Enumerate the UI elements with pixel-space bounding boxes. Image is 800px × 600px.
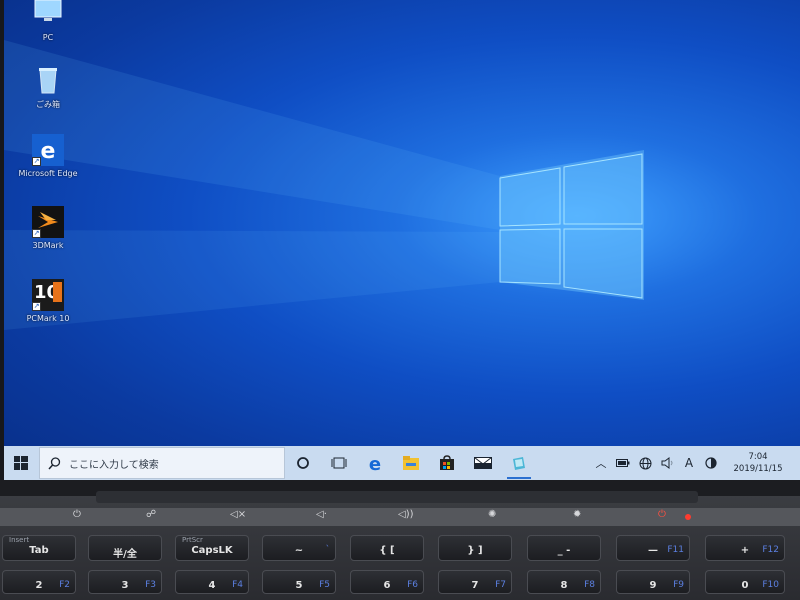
night-light-icon <box>705 457 717 469</box>
windows-start-icon <box>14 456 28 470</box>
start-button[interactable] <box>4 446 38 480</box>
desktop-icon-label: ごみ箱 <box>36 100 60 109</box>
laptop-hinge <box>96 491 698 503</box>
network-hotkey-icon: ☍ <box>146 509 157 520</box>
system-tray: ︿ A 7:04 2019/11/15 <box>590 446 800 480</box>
power-led <box>685 514 691 520</box>
taskbar-clock[interactable]: 7:04 2019/11/15 <box>722 451 794 475</box>
recycle-bin-icon <box>32 64 64 96</box>
shortcut-arrow-icon: ↗ <box>32 302 41 311</box>
svg-text:e: e <box>369 454 381 472</box>
file-explorer-icon <box>403 456 419 470</box>
key-2[interactable]: 2 F2 <box>2 570 76 594</box>
key-tilde[interactable]: ~ ` <box>262 535 336 561</box>
show-hidden-icons-button[interactable]: ︿ <box>590 446 612 480</box>
volume-button[interactable] <box>656 446 678 480</box>
taskbar: ここに入力して検索 e ︿ A 7:04 2019/11/15 <box>4 446 800 480</box>
desktop-icon-label: Microsoft Edge <box>18 169 78 178</box>
key-capslock[interactable]: PrtScr CapsLK <box>175 535 249 561</box>
store-icon <box>440 455 454 470</box>
key-close-brace[interactable]: } ] <box>438 535 512 561</box>
pcmark-icon: 10 ↗ <box>32 279 64 311</box>
key-3[interactable]: 3 F3 <box>88 570 162 594</box>
key-open-brace[interactable]: { [ <box>350 535 424 561</box>
mute-hotkey-icon: ◁× <box>230 509 247 520</box>
taskbar-file-explorer-button[interactable] <box>393 446 429 480</box>
pc-icon <box>32 0 64 30</box>
key-f11[interactable]: — F11 <box>616 535 690 561</box>
edge-icon: e ↗ <box>32 134 64 166</box>
clock-date: 2019/11/15 <box>733 464 783 474</box>
desktop-icon-pc[interactable]: PC <box>10 0 86 42</box>
mail-icon <box>474 457 492 469</box>
speaker-icon <box>661 457 672 469</box>
key-minus[interactable]: _ - <box>527 535 601 561</box>
key-0[interactable]: 0 F10 <box>705 570 785 594</box>
key-tab[interactable]: Insert Tab <box>2 535 76 561</box>
chevron-up-icon: ︿ <box>595 457 607 470</box>
desktop-icon-edge[interactable]: e ↗ Microsoft Edge <box>10 134 86 178</box>
key-4[interactable]: 4 F4 <box>175 570 249 594</box>
clock-time: 7:04 <box>748 452 768 462</box>
cortana-button[interactable] <box>285 446 321 480</box>
taskbar-edge-button[interactable]: e <box>357 446 393 480</box>
globe-network-icon <box>639 457 651 469</box>
key-7[interactable]: 7 F7 <box>438 570 512 594</box>
svg-text:e: e <box>41 139 56 164</box>
key-8[interactable]: 8 F8 <box>527 570 601 594</box>
key-9[interactable]: 9 F9 <box>616 570 690 594</box>
desktop: PC ごみ箱 e ↗ Microsoft Edge ↗ 3DMark 10 ↗ … <box>4 0 800 446</box>
wallpaper-light-beams <box>4 40 644 330</box>
ime-mode-indicator: A <box>684 456 694 470</box>
key-hankaku-zenkaku[interactable]: 半/全 <box>88 535 162 561</box>
network-button[interactable] <box>634 446 656 480</box>
desktop-icon-recycle-bin[interactable]: ごみ箱 <box>10 64 86 110</box>
edge-icon: e <box>369 454 381 472</box>
photo-of-laptop: PC ごみ箱 e ↗ Microsoft Edge ↗ 3DMark 10 ↗ … <box>0 0 800 600</box>
power-hotkey-icon: ⏻ <box>658 509 666 520</box>
taskbar-mail-button[interactable] <box>465 446 501 480</box>
battery-icon <box>616 459 630 467</box>
night-light-button[interactable] <box>700 446 722 480</box>
3dmark-icon: ↗ <box>32 206 64 238</box>
volume-down-hotkey-icon: ◁· <box>316 509 327 520</box>
taskbar-search-box[interactable]: ここに入力して検索 <box>39 447 285 479</box>
ime-mode-button[interactable]: A <box>678 446 700 480</box>
desktop-icon-pcmark[interactable]: 10 ↗ PCMark 10 <box>10 279 86 323</box>
desktop-icon-label: 3DMark <box>32 241 64 250</box>
desktop-icon-label: PCMark 10 <box>26 314 70 323</box>
key-5[interactable]: 5 F5 <box>262 570 336 594</box>
search-placeholder: ここに入力して検索 <box>69 459 159 471</box>
key-f12[interactable]: + F12 <box>705 535 785 561</box>
search-icon <box>48 456 61 470</box>
key-6[interactable]: 6 F6 <box>350 570 424 594</box>
battery-button[interactable] <box>612 446 634 480</box>
taskbar-pinned-app-button[interactable] <box>501 446 537 480</box>
desktop-icon-3dmark[interactable]: ↗ 3DMark <box>10 206 86 250</box>
brightness-up-hotkey-icon: ✹ <box>573 509 582 520</box>
shortcut-arrow-icon: ↗ <box>32 157 41 166</box>
cortana-icon <box>297 457 309 469</box>
taskbar-store-button[interactable] <box>429 446 465 480</box>
shortcut-arrow-icon: ↗ <box>32 229 41 238</box>
volume-up-hotkey-icon: ◁)) <box>398 509 414 520</box>
desktop-icon-label: PC <box>42 33 54 42</box>
pinned-app-icon <box>513 457 525 470</box>
brightness-down-hotkey-icon: ✺ <box>488 509 497 520</box>
power-button-icon: ⏻ <box>73 509 81 520</box>
laptop-screen: PC ごみ箱 e ↗ Microsoft Edge ↗ 3DMark 10 ↗ … <box>4 0 800 480</box>
task-view-icon <box>331 457 347 469</box>
task-view-button[interactable] <box>321 446 357 480</box>
